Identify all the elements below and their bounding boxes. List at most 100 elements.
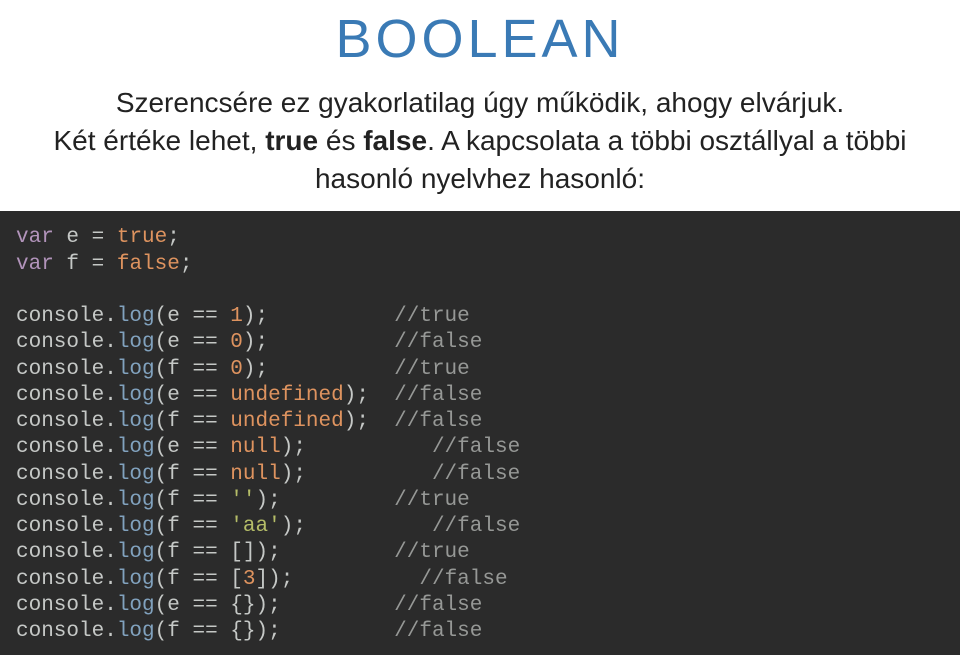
- code-token: .: [104, 620, 117, 643]
- code-comment: //true: [394, 489, 470, 512]
- code-pad: [306, 515, 432, 538]
- code-comment: //false: [419, 568, 507, 591]
- code-token: ]: [256, 568, 269, 591]
- code-comment: //false: [394, 620, 482, 643]
- code-token: console: [16, 515, 104, 538]
- code-token: log: [117, 410, 155, 433]
- code-token: ): [243, 358, 256, 381]
- code-token: ]: [243, 541, 256, 564]
- code-token: f: [66, 253, 79, 276]
- code-token: log: [117, 620, 155, 643]
- code-pad: [281, 594, 394, 617]
- code-token: log: [117, 331, 155, 354]
- code-token: ): [344, 410, 357, 433]
- code-token: undefined: [230, 384, 343, 407]
- intro-line2-pre: Két értéke lehet,: [54, 125, 266, 156]
- code-token: log: [117, 358, 155, 381]
- code-token: ==: [180, 358, 230, 381]
- code-comment: //false: [394, 410, 482, 433]
- code-token: ;: [167, 226, 180, 249]
- code-token: f: [167, 410, 180, 433]
- code-token: .: [104, 568, 117, 591]
- code-token: ): [243, 305, 256, 328]
- code-token: ;: [268, 620, 281, 643]
- code-token: (: [155, 305, 168, 328]
- code-token: ;: [268, 489, 281, 512]
- code-comment: //false: [432, 463, 520, 486]
- code-comment: //false: [432, 436, 520, 459]
- code-token: (: [155, 620, 168, 643]
- code-token: =: [79, 226, 117, 249]
- code-token: .: [104, 515, 117, 538]
- code-pad: [268, 305, 394, 328]
- code-token: ==: [180, 594, 230, 617]
- code-token: log: [117, 489, 155, 512]
- code-token: ): [281, 463, 294, 486]
- code-token: ): [243, 331, 256, 354]
- code-token: ): [256, 489, 269, 512]
- code-comment: //false: [394, 384, 482, 407]
- code-token: .: [104, 305, 117, 328]
- code-token: ;: [180, 253, 193, 276]
- code-token: ): [256, 620, 269, 643]
- code-token: .: [104, 594, 117, 617]
- code-token: ): [256, 541, 269, 564]
- code-token: true: [117, 226, 167, 249]
- code-token: ;: [293, 436, 306, 459]
- code-token: ;: [256, 305, 269, 328]
- code-token: console: [16, 568, 104, 591]
- code-comment: //false: [394, 331, 482, 354]
- code-token: =: [79, 253, 117, 276]
- code-token: .: [104, 410, 117, 433]
- code-token: ==: [180, 620, 230, 643]
- code-comment: //false: [394, 594, 482, 617]
- code-token: console: [16, 489, 104, 512]
- code-token: log: [117, 515, 155, 538]
- code-token: ;: [356, 410, 369, 433]
- code-token: log: [117, 436, 155, 459]
- code-token: null: [230, 436, 280, 459]
- code-comment: //true: [394, 541, 470, 564]
- code-token: {}: [230, 620, 255, 643]
- code-token: (: [155, 384, 168, 407]
- code-token: e: [66, 226, 79, 249]
- code-token: var: [16, 226, 54, 249]
- code-token: 'aa': [230, 515, 280, 538]
- code-token: ==: [180, 463, 230, 486]
- code-token: ): [256, 594, 269, 617]
- code-token: e: [167, 384, 180, 407]
- code-pad: [281, 620, 394, 643]
- code-token: console: [16, 410, 104, 433]
- code-token: 3: [243, 568, 256, 591]
- code-token: .: [104, 436, 117, 459]
- intro-line1: Szerencsére ez gyakorlatilag úgy működik…: [116, 87, 844, 118]
- code-token: null: [230, 463, 280, 486]
- code-token: (: [155, 515, 168, 538]
- code-token: e: [167, 594, 180, 617]
- code-token: console: [16, 620, 104, 643]
- code-token: console: [16, 305, 104, 328]
- code-token: ): [344, 384, 357, 407]
- code-token: .: [104, 463, 117, 486]
- code-token: ==: [180, 305, 230, 328]
- code-token: f: [167, 568, 180, 591]
- code-token: ;: [293, 515, 306, 538]
- code-token: console: [16, 541, 104, 564]
- code-token: ;: [268, 541, 281, 564]
- code-token: log: [117, 594, 155, 617]
- code-comment: //true: [394, 305, 470, 328]
- intro-paragraph: Szerencsére ez gyakorlatilag úgy működik…: [10, 84, 950, 197]
- code-pad: [306, 463, 432, 486]
- code-token: ;: [256, 331, 269, 354]
- page-title: BOOLEAN: [0, 8, 960, 70]
- code-token: (: [155, 410, 168, 433]
- code-pad: [293, 568, 419, 591]
- code-token: console: [16, 358, 104, 381]
- intro-bold-true: true: [265, 125, 318, 156]
- code-token: f: [167, 489, 180, 512]
- code-token: 0: [230, 358, 243, 381]
- code-token: console: [16, 594, 104, 617]
- code-token: (: [155, 436, 168, 459]
- code-pad: [268, 358, 394, 381]
- code-token: 1: [230, 305, 243, 328]
